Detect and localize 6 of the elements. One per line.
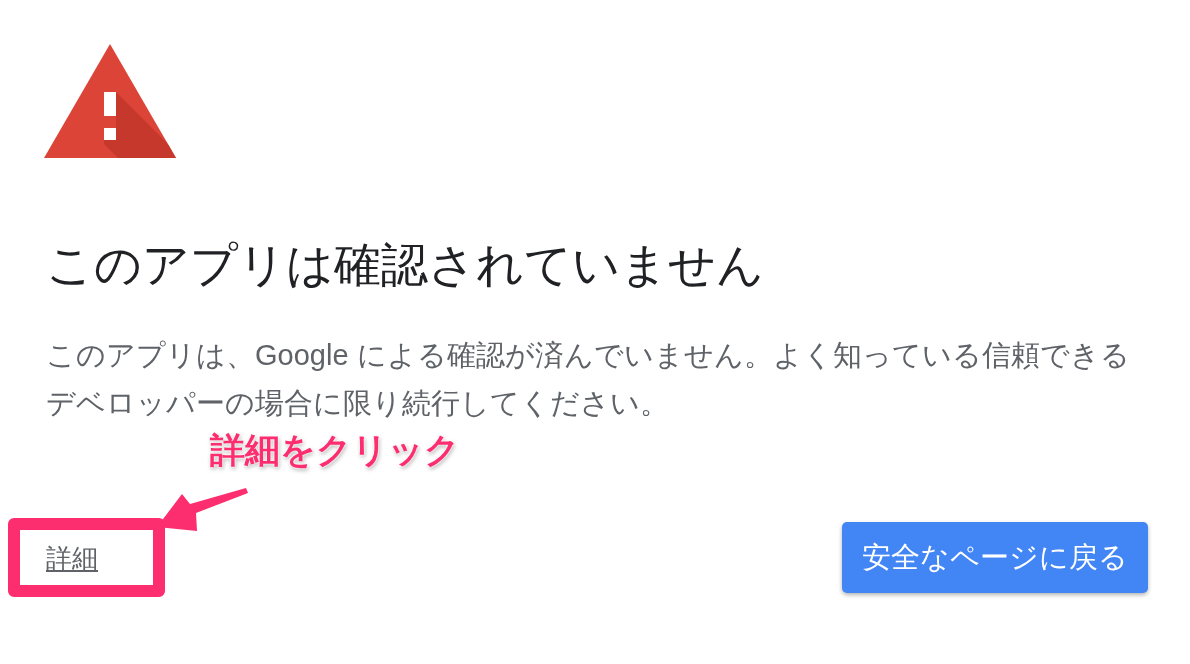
callout-text: 詳細をクリック (210, 429, 460, 471)
details-link[interactable]: 詳細 (46, 541, 98, 574)
page-heading: このアプリは確認されていません (46, 237, 765, 292)
warning-icon (44, 44, 176, 158)
message-text: このアプリは、Google による確認が済んでいません。よく知っている信頼できるデベロッパーの場合に限り続行してください。 (46, 338, 1131, 421)
back-button[interactable]: 安全なページに戻る (842, 522, 1148, 593)
